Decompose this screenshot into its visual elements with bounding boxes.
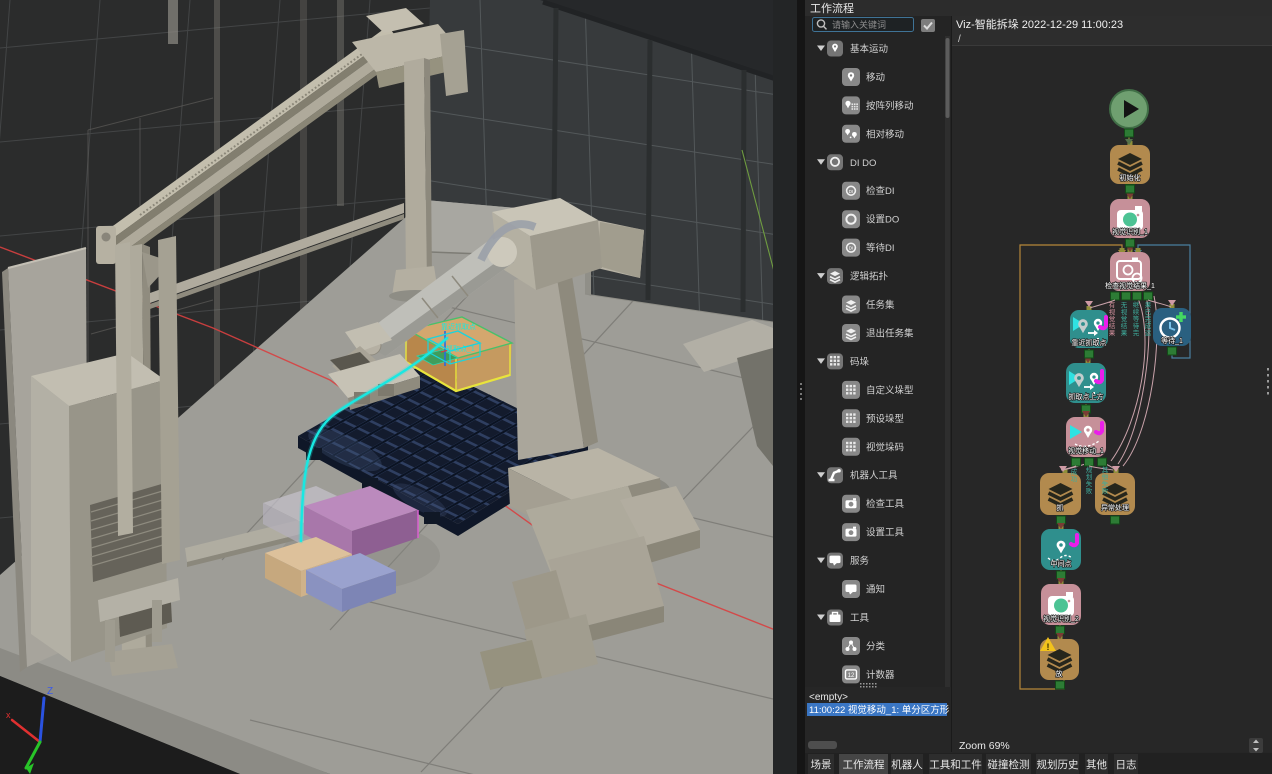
svg-text:有: 有	[1109, 300, 1116, 309]
svg-text:移动: 移动	[866, 72, 885, 84]
svg-text:预设垛型: 预设垛型	[866, 414, 905, 425]
svg-text:场景: 场景	[811, 758, 832, 771]
svg-text:12: 12	[848, 673, 855, 679]
svg-text:任务集: 任务集	[866, 299, 895, 311]
svg-text:工具: 工具	[850, 613, 870, 624]
svg-text:11:00:22 视觉移动_1: 单分区方形: 11:00:22 视觉移动_1: 单分区方形	[809, 704, 950, 716]
svg-text:觉: 觉	[1121, 314, 1128, 323]
svg-text:相对移动: 相对移动	[866, 128, 904, 140]
svg-text:抓: 抓	[1057, 503, 1064, 512]
svg-text:运: 运	[1145, 329, 1152, 337]
svg-text:继: 继	[1133, 300, 1140, 309]
svg-text:通知: 通知	[866, 584, 885, 596]
svg-text:觉: 觉	[1109, 314, 1116, 323]
svg-text:败: 败	[1102, 486, 1109, 495]
svg-text:碰撞检测: 碰撞检测	[988, 758, 1030, 771]
svg-text:检查DI: 检查DI	[866, 185, 895, 197]
svg-text:成: 成	[1071, 467, 1078, 476]
svg-text:视觉识别_2: 视觉识别_2	[1043, 614, 1079, 623]
svg-text:抓取点_1: 抓取点_1	[446, 344, 475, 353]
svg-text:抓取点上方: 抓取点上方	[1069, 392, 1104, 401]
svg-text:视觉垛码: 视觉垛码	[866, 441, 904, 453]
svg-text:设置DO: 设置DO	[866, 215, 899, 226]
svg-text:基本运动: 基本运动	[850, 43, 888, 55]
svg-text:计数器: 计数器	[866, 669, 895, 681]
svg-text:自定义垛型: 自定义垛型	[866, 384, 914, 396]
svg-text:完: 完	[1145, 314, 1152, 323]
svg-text:服务: 服务	[850, 555, 870, 567]
svg-text:已: 已	[1145, 308, 1152, 316]
svg-text:等待DI: 等待DI	[866, 242, 895, 254]
svg-text:逻辑拓扑: 逻辑拓扑	[850, 271, 889, 283]
svg-text:检查工具: 检查工具	[866, 498, 905, 510]
svg-text:<empty>: <empty>	[809, 692, 848, 703]
svg-text:完: 完	[1133, 328, 1140, 337]
svg-text:Zoom 69%: Zoom 69%	[959, 740, 1010, 752]
svg-text:设置工具: 设置工具	[866, 528, 905, 539]
svg-text:DI: DI	[849, 246, 854, 251]
svg-text:工具和工件: 工具和工件	[929, 759, 982, 771]
svg-text:中间点: 中间点	[1051, 559, 1072, 568]
svg-text:Z: Z	[47, 686, 53, 697]
svg-text:按阵列移动: 按阵列移动	[866, 100, 914, 112]
svg-text:结: 结	[1121, 321, 1128, 330]
svg-text:靠近抓取点: 靠近抓取点	[441, 322, 476, 331]
svg-text:工作流程: 工作流程	[810, 1, 854, 15]
svg-text:其他: 其他	[1086, 758, 1108, 771]
svg-text:机器人工具: 机器人工具	[850, 470, 898, 482]
svg-text:规划历史: 规划历史	[1037, 758, 1079, 771]
svg-text:/: /	[958, 34, 961, 45]
svg-text:视: 视	[1121, 307, 1128, 316]
svg-text:请输入关键词: 请输入关键词	[832, 19, 886, 30]
svg-text:检查视觉结果_1: 检查视觉结果_1	[1105, 281, 1155, 290]
svg-text:视觉识别_1: 视觉识别_1	[1112, 227, 1148, 236]
svg-text:无: 无	[1121, 301, 1128, 309]
svg-text:工作流程: 工作流程	[843, 758, 885, 771]
svg-text:果: 果	[1145, 301, 1152, 309]
svg-text:他: 他	[1102, 472, 1109, 481]
svg-text:Viz-智能拆垛 2022-12-29 11:00:23: Viz-智能拆垛 2022-12-29 11:00:23	[956, 17, 1123, 31]
svg-text:失: 失	[1102, 479, 1109, 488]
svg-text:功: 功	[1071, 475, 1078, 483]
svg-text:机器人: 机器人	[891, 758, 923, 771]
svg-text:待: 待	[1133, 321, 1140, 330]
svg-text:!: !	[1047, 642, 1050, 652]
svg-text:放: 放	[1056, 669, 1063, 678]
svg-text:失: 失	[1086, 479, 1093, 488]
svg-text:DI DO: DI DO	[850, 158, 876, 169]
svg-text:视觉移动_1: 视觉移动_1	[1068, 446, 1104, 455]
svg-text:续: 续	[1133, 307, 1140, 316]
svg-text:其: 其	[1102, 466, 1109, 474]
svg-text:日志: 日志	[1116, 758, 1137, 771]
svg-text:划: 划	[1086, 472, 1093, 481]
svg-text:x: x	[6, 710, 11, 720]
svg-text:DI: DI	[849, 189, 854, 194]
svg-text:异常处理: 异常处理	[1101, 503, 1129, 512]
svg-text:码垛: 码垛	[850, 357, 870, 368]
svg-text:初始化: 初始化	[1120, 173, 1141, 182]
svg-text:成: 成	[1145, 321, 1152, 330]
svg-text:等待_1: 等待_1	[1161, 336, 1183, 345]
svg-text:分类: 分类	[866, 641, 886, 653]
svg-text:退出任务集: 退出任务集	[866, 328, 914, 340]
svg-text:果: 果	[1121, 329, 1128, 337]
svg-text:结: 结	[1109, 321, 1116, 330]
svg-text:果: 果	[1109, 329, 1116, 337]
svg-text:败: 败	[1086, 486, 1093, 495]
svg-text:等: 等	[1133, 314, 1140, 323]
svg-text:靠近抓取点: 靠近抓取点	[1072, 338, 1107, 347]
svg-text:视: 视	[1109, 307, 1116, 316]
svg-text:规: 规	[1086, 465, 1093, 474]
